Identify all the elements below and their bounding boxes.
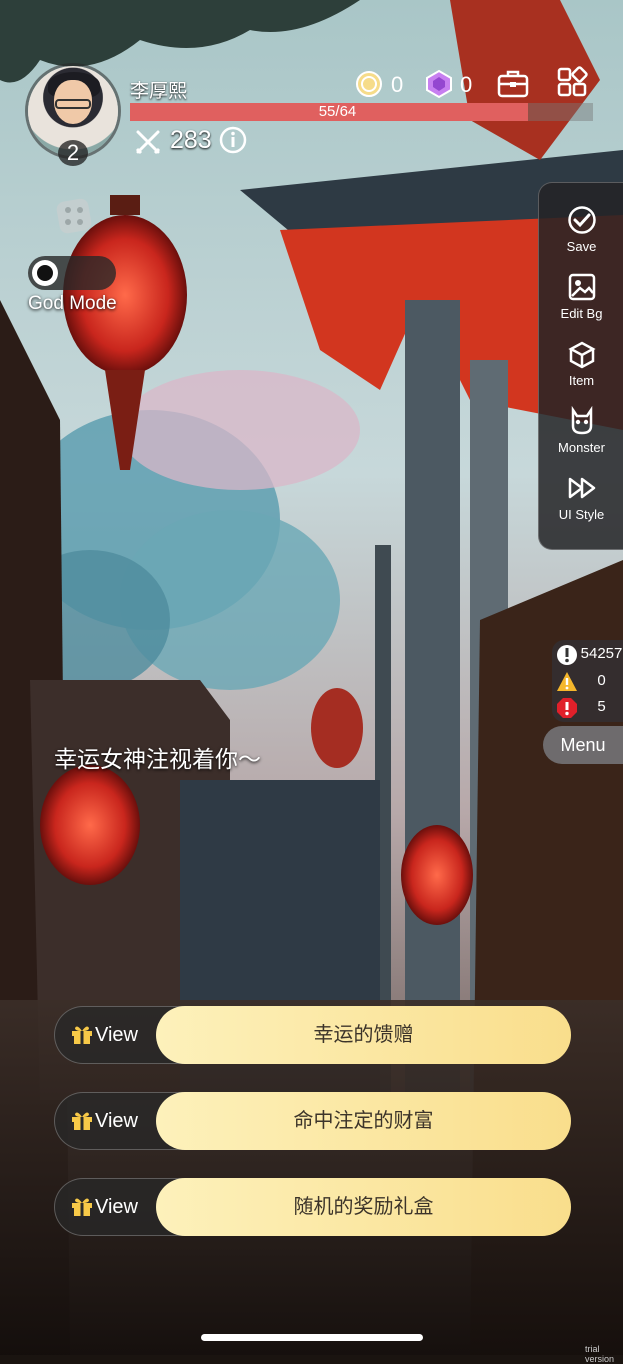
side-toolbar: Save Edit Bg Item Monster UI Style — [538, 182, 623, 550]
fast-forward-icon — [568, 477, 595, 499]
box-icon — [567, 341, 596, 369]
crossed-swords-icon — [135, 130, 161, 155]
image-icon — [568, 273, 595, 301]
warning-count: 0 — [597, 672, 606, 689]
gift-icon — [72, 1026, 92, 1044]
save-label: Save — [566, 239, 597, 254]
gem-icon — [426, 69, 452, 99]
item-button[interactable]: Item — [539, 339, 623, 399]
monster-button[interactable]: Monster — [539, 406, 623, 466]
item-label: Item — [568, 373, 595, 388]
toggle-knob — [32, 260, 58, 286]
edit-bg-label: Edit Bg — [560, 306, 603, 321]
blessing-text: 幸运女神注视着你～ — [54, 746, 261, 772]
reward-view-button[interactable]: View — [71, 1093, 138, 1149]
edit-bg-button[interactable]: Edit Bg — [539, 272, 623, 332]
view-label: View — [95, 1024, 138, 1046]
coin-value: 0 — [391, 72, 404, 97]
save-button[interactable]: Save — [539, 205, 623, 265]
error-counter: 5 — [554, 696, 623, 720]
monster-label: Monster — [558, 440, 605, 455]
reward-row: View 幸运的馈赠 — [54, 1006, 571, 1064]
info-count: 54257 — [580, 645, 623, 662]
log-counters[interactable]: 54257 0 5 — [552, 640, 623, 722]
reward-row: View 命中注定的财富 — [54, 1092, 571, 1150]
error-count: 5 — [597, 698, 606, 715]
reward-title-button[interactable]: 命中注定的财富 — [156, 1092, 571, 1150]
view-label: View — [95, 1196, 138, 1218]
briefcase-icon[interactable] — [496, 66, 530, 100]
reward-title-button[interactable]: 随机的奖励礼盒 — [156, 1178, 571, 1236]
info-counter: 54257 — [554, 643, 623, 667]
gift-icon — [72, 1198, 92, 1216]
gift-icon — [72, 1112, 92, 1130]
ui-style-button[interactable]: UI Style — [539, 473, 623, 533]
coin-icon — [356, 71, 382, 97]
menu-button[interactable]: Menu — [543, 726, 623, 764]
warning-triangle-icon — [557, 672, 577, 691]
reward-row: View 随机的奖励礼盒 — [54, 1178, 571, 1236]
player-name: 李厚熙 — [130, 81, 188, 102]
ui-style-label: UI Style — [558, 507, 605, 522]
avatar-glasses — [55, 99, 91, 109]
reward-view-button[interactable]: View — [71, 1179, 138, 1235]
god-mode-label: God Mode — [28, 293, 117, 314]
check-circle-icon — [567, 206, 596, 234]
error-octagon-icon — [557, 698, 577, 718]
hp-text: 55/64 — [318, 103, 357, 120]
god-mode-toggle[interactable] — [28, 256, 116, 290]
attack-value: 283 — [170, 126, 212, 154]
dice-icon[interactable] — [52, 192, 98, 238]
level-badge: 2 — [58, 140, 88, 166]
grid-icon[interactable] — [556, 66, 588, 98]
info-circle-icon — [557, 645, 577, 665]
monster-icon — [571, 406, 592, 435]
reward-view-button[interactable]: View — [71, 1007, 138, 1063]
hp-bar: 55/64 — [130, 103, 593, 121]
reward-title-button[interactable]: 幸运的馈赠 — [156, 1006, 571, 1064]
home-indicator[interactable] — [201, 1334, 423, 1341]
gem-value: 0 — [460, 72, 473, 97]
watermark: trial version — [585, 1344, 615, 1364]
info-icon[interactable] — [219, 126, 247, 154]
view-label: View — [95, 1110, 138, 1132]
warning-counter: 0 — [554, 670, 623, 694]
